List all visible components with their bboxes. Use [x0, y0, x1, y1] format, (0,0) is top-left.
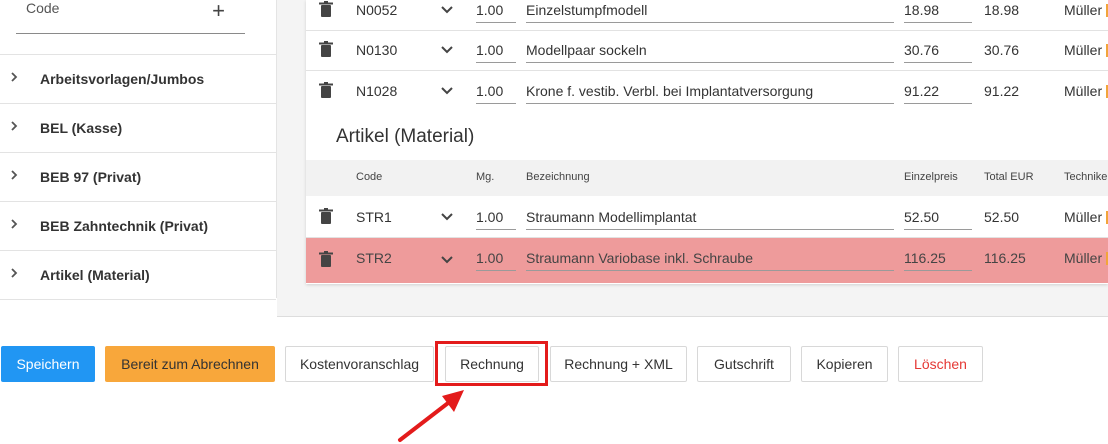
row-code: N1028 [356, 83, 398, 99]
trash-icon[interactable] [319, 1, 333, 17]
category-label: BEB Zahntechnik (Privat) [40, 218, 209, 234]
table-row: N1028 1.00 Krone f. vestib. Verbl. bei I… [306, 71, 1108, 111]
price-input[interactable]: 52.50 [904, 201, 972, 230]
chevron-down-icon[interactable] [440, 5, 454, 15]
technician-name: Müller [1064, 209, 1103, 225]
description-input[interactable]: Straumann Variobase inkl. Schraube [526, 242, 894, 271]
table-row: N0130 1.00 Modellpaar sockeln 30.76 30.7… [306, 30, 1108, 71]
table-row: STR1 1.00 Straumann Modellimplantat 52.5… [306, 197, 1108, 238]
table-row: N0052 1.00 Einzelstumpfmodell 18.98 18.9… [306, 0, 1108, 31]
annotation-arrow-icon [398, 390, 464, 442]
description-input[interactable]: Straumann Modellimplantat [526, 201, 894, 230]
category-item-bel[interactable]: BEL (Kasse) [0, 103, 276, 152]
trash-icon[interactable] [319, 82, 333, 98]
row-total: 116.25 [984, 250, 1026, 266]
quantity-input[interactable]: 1.00 [476, 242, 516, 271]
row-code: N0130 [356, 42, 398, 58]
row-technician: Müller [1064, 209, 1108, 225]
quantity-input[interactable]: 1.00 [476, 0, 516, 23]
category-item-beb-zahntechnik[interactable]: BEB Zahntechnik (Privat) [0, 201, 276, 250]
row-total: 30.76 [984, 42, 1020, 58]
technician-name: Müller [1064, 42, 1103, 58]
technician-name: Müller [1064, 2, 1103, 18]
chevron-down-icon[interactable] [440, 212, 454, 222]
table-row-selected: STR2 1.00 Straumann Variobase inkl. Schr… [306, 238, 1108, 283]
quantity-input[interactable]: 1.00 [476, 75, 516, 104]
category-item-artikel[interactable]: Artikel (Material) [0, 250, 276, 300]
category-label: BEB 97 (Privat) [40, 169, 142, 185]
trash-icon[interactable] [319, 251, 333, 267]
section-title: Artikel (Material) [336, 126, 475, 147]
description-input[interactable]: Krone f. vestib. Verbl. bei Implantatver… [526, 75, 894, 104]
row-code: STR1 [356, 209, 392, 225]
ready-to-bill-button[interactable]: Bereit zum Abrechnen [105, 346, 275, 382]
header-unit-price: Einzelpreis [904, 171, 958, 183]
technician-name: Müller [1064, 83, 1103, 99]
chevron-right-icon [11, 268, 18, 278]
row-total: 18.98 [984, 2, 1020, 18]
row-total: 52.50 [984, 209, 1020, 225]
header-total: Total EUR [984, 171, 1034, 183]
row-technician: Müller [1064, 83, 1108, 99]
add-code-button[interactable]: + [212, 0, 225, 24]
annotation-highlight-box [435, 341, 548, 386]
chevron-right-icon [11, 219, 18, 229]
header-code: Code [356, 171, 383, 183]
save-button[interactable]: Speichern [1, 346, 95, 382]
row-total: 91.22 [984, 83, 1020, 99]
row-technician: Müller [1064, 2, 1108, 18]
category-label: BEL (Kasse) [40, 120, 123, 136]
category-label: Artikel (Material) [40, 267, 150, 283]
copy-button[interactable]: Kopieren [801, 346, 888, 382]
trash-icon[interactable] [319, 41, 333, 57]
quantity-input[interactable]: 1.00 [476, 34, 516, 63]
header-quantity: Mg. [476, 171, 495, 183]
chevron-down-icon[interactable] [440, 45, 454, 55]
row-code: N0052 [356, 2, 398, 18]
code-field[interactable]: Code + [16, 0, 245, 34]
quantity-input[interactable]: 1.00 [476, 201, 516, 230]
price-input[interactable]: 116.25 [904, 242, 972, 271]
technician-name: Müller [1064, 250, 1103, 266]
row-technician: Müller [1064, 42, 1108, 58]
row-code: STR2 [356, 250, 392, 266]
category-item-beb97[interactable]: BEB 97 (Privat) [0, 152, 276, 201]
trash-icon[interactable] [319, 208, 333, 224]
category-label: Arbeitsvorlagen/Jumbos [40, 71, 205, 87]
cost-estimate-button[interactable]: Kostenvoranschlag [285, 346, 434, 382]
delete-button[interactable]: Löschen [898, 346, 983, 382]
row-technician: Müller [1064, 250, 1108, 266]
chevron-down-icon[interactable] [440, 255, 454, 265]
chevron-right-icon [11, 170, 18, 180]
header-technician: Technike [1064, 171, 1108, 183]
code-field-label: Code [26, 0, 60, 16]
price-input[interactable]: 91.22 [904, 75, 972, 104]
category-list: Arbeitsvorlagen/Jumbos BEL (Kasse) BEB 9… [0, 54, 276, 300]
chevron-right-icon [11, 121, 18, 131]
table-header: Code Mg. Bezeichnung Einzelpreis Total E… [306, 160, 1108, 196]
price-input[interactable]: 30.76 [904, 34, 972, 63]
credit-note-button[interactable]: Gutschrift [697, 346, 791, 382]
header-description: Bezeichnung [526, 171, 590, 183]
invoice-xml-button[interactable]: Rechnung + XML [550, 346, 687, 382]
category-sidebar: Code + Arbeitsvorlagen/Jumbos BEL (Kasse… [0, 0, 277, 300]
chevron-right-icon [11, 72, 18, 82]
category-item-arbeitsvorlagen[interactable]: Arbeitsvorlagen/Jumbos [0, 54, 276, 103]
chevron-down-icon[interactable] [440, 86, 454, 96]
description-input[interactable]: Einzelstumpfmodell [526, 0, 894, 23]
price-input[interactable]: 18.98 [904, 0, 972, 23]
description-input[interactable]: Modellpaar sockeln [526, 34, 894, 63]
